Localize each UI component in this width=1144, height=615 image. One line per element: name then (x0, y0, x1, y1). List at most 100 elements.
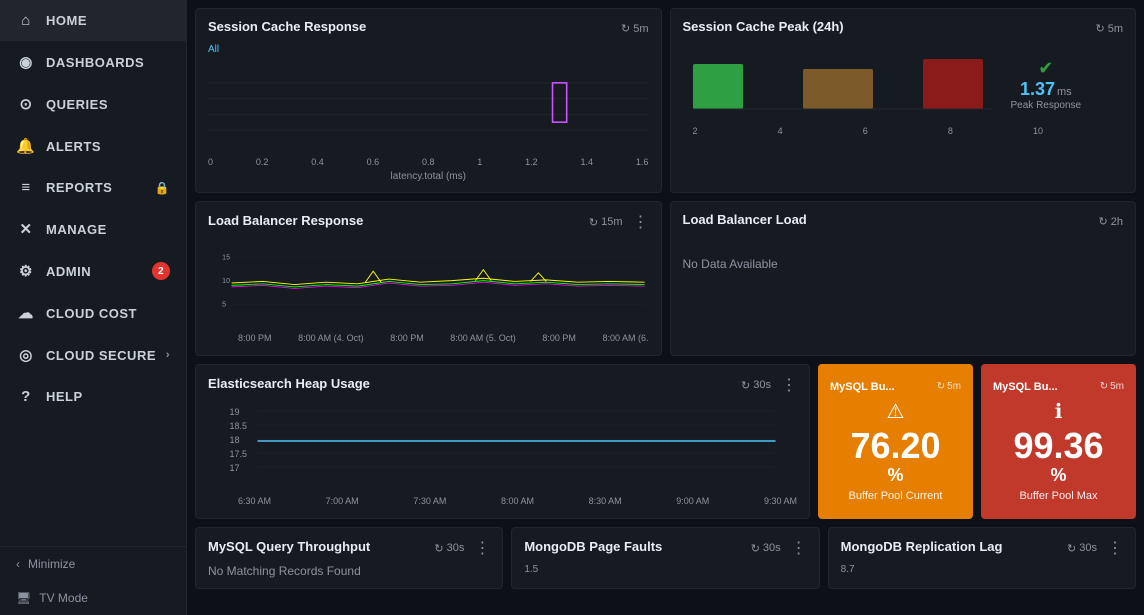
row4: MySQL Query Throughput ↻ 30s ⋮ No Matchi… (195, 527, 1136, 589)
mysql-red-header: MySQL Bu... ↻ 5m (993, 381, 1124, 393)
queries-icon: ⊙ (16, 95, 36, 113)
session-cache-x-axis: 0 0.2 0.4 0.6 0.8 1 1.2 1.4 1.6 (208, 155, 649, 169)
session-cache-title: Session Cache Response (208, 19, 366, 34)
mongodb-replication-y-start: 8.7 (841, 564, 1123, 575)
lb-svg: 15 10 5 (208, 238, 649, 328)
peak-x-axis: 2 4 6 8 10 (683, 124, 1124, 138)
sidebar-item-cloud-secure[interactable]: ◎ CLOUD SECURE › (0, 334, 186, 376)
sidebar-label-dashboards: DASHBOARDS (46, 55, 144, 70)
lb-refresh: ↻ 15m (589, 216, 623, 229)
sidebar-label-cloud-secure: CLOUD SECURE (46, 348, 156, 363)
sidebar-label-manage: MANAGE (46, 222, 107, 237)
sidebar-item-dashboards[interactable]: ◉ DASHBOARDS (0, 41, 186, 83)
svg-text:10: 10 (222, 278, 230, 285)
es-chart: 19 18.5 18 17.5 17 6:30 AM 7:00 AM (208, 401, 797, 508)
mongodb-replication-panel: MongoDB Replication Lag ↻ 30s ⋮ 8.7 (828, 527, 1136, 589)
session-cache-refresh: ↻ 5m (621, 22, 649, 35)
peak-unit: ms (1057, 86, 1072, 98)
lb-load-refresh: ↻ 2h (1099, 215, 1123, 228)
tvmode-button[interactable]: 🖥 TV Mode (0, 581, 186, 615)
mysql-orange-unit: % (887, 465, 903, 486)
sidebar-label-admin: ADMIN (46, 264, 91, 279)
mysql-query-refresh: ↻ 30s (434, 542, 464, 555)
session-cache-response-panel: Session Cache Response ↻ 5m All 0 0.2 0.… (195, 8, 662, 193)
tv-icon: 🖥 (16, 591, 31, 605)
session-cache-chart: All 0 0.2 0.4 0.6 0.8 1 1.2 1.4 1.6 (208, 44, 649, 182)
load-balancer-response-panel: Load Balancer Response ↻ 15m ⋮ 15 10 5 (195, 201, 662, 356)
reports-icon: ≡ (16, 179, 36, 196)
dashboards-icon: ◉ (16, 53, 36, 71)
mysql-orange-value: 76.20 (850, 426, 940, 466)
chevron-left-icon: ‹ (16, 557, 20, 571)
sidebar-label-home: HOME (46, 13, 87, 28)
svg-text:18: 18 (230, 435, 240, 445)
mongodb-faults-menu-icon[interactable]: ⋮ (791, 538, 807, 558)
mysql-query-no-data: No Matching Records Found (208, 564, 490, 578)
sidebar-label-alerts: ALERTS (46, 139, 101, 154)
es-svg: 19 18.5 18 17.5 17 (208, 401, 797, 491)
session-cache-peak-refresh: ↻ 5m (1096, 22, 1124, 35)
lb-chart: 15 10 5 8:00 PM 8:00 AM (4. Oct) 8:00 (208, 238, 649, 345)
es-refresh-icon: ↻ (741, 379, 750, 392)
mysql-orange-title: MySQL Bu... (830, 381, 895, 393)
peak-svg (683, 44, 1003, 124)
mysql-orange-value-row: 76.20 (850, 426, 940, 466)
minimize-label: Minimize (28, 557, 75, 571)
sidebar-item-cloud-cost[interactable]: ☁ CLOUD COST (0, 292, 186, 334)
es-refresh: ↻ 30s (741, 379, 771, 392)
sidebar: ⌂ HOME ◉ DASHBOARDS ⊙ QUERIES 🔔 ALERTS ≡… (0, 0, 187, 615)
sidebar-item-alerts[interactable]: 🔔 ALERTS (0, 125, 186, 167)
lb-response-controls: ↻ 15m ⋮ (589, 212, 649, 232)
cloud-cost-icon: ☁ (16, 304, 36, 322)
lb-response-title: Load Balancer Response (208, 213, 363, 228)
admin-badge: 2 (152, 262, 170, 280)
main-content: Session Cache Response ↻ 5m All 0 0.2 0.… (187, 0, 1144, 615)
svg-text:5: 5 (222, 302, 226, 309)
es-x-axis: 6:30 AM 7:00 AM 7:30 AM 8:00 AM 8:30 AM … (208, 494, 797, 508)
peak-label: Peak Response (1011, 100, 1082, 111)
sidebar-item-admin[interactable]: ⚙ ADMIN 2 (0, 250, 186, 292)
lb-x-axis: 8:00 PM 8:00 AM (4. Oct) 8:00 PM 8:00 AM… (208, 331, 649, 345)
mysql-query-controls: ↻ 30s ⋮ (434, 538, 490, 558)
load-balancer-load-panel: Load Balancer Load ↻ 2h No Data Availabl… (670, 201, 1137, 356)
es-menu-icon[interactable]: ⋮ (781, 375, 797, 395)
mysql-orange-card: MySQL Bu... ↻ 5m ⚠ 76.20 % Buffer Pool C… (818, 364, 973, 519)
mysql-red-value: 99.36 (1013, 426, 1103, 466)
row3: Elasticsearch Heap Usage ↻ 30s ⋮ 19 18.5… (195, 364, 1136, 519)
mysql-query-panel: MySQL Query Throughput ↻ 30s ⋮ No Matchi… (195, 527, 503, 589)
svg-text:19: 19 (230, 407, 240, 417)
mysql-query-menu-icon[interactable]: ⋮ (474, 538, 490, 558)
svg-text:15: 15 (222, 254, 230, 261)
es-title: Elasticsearch Heap Usage (208, 376, 370, 391)
session-cache-peak-panel: Session Cache Peak (24h) ↻ 5m ✔ 1.37 (670, 8, 1137, 193)
mysql-red-error-icon: ℹ (1055, 399, 1063, 424)
sidebar-item-queries[interactable]: ⊙ QUERIES (0, 83, 186, 125)
svg-text:17.5: 17.5 (230, 449, 248, 459)
svg-text:18.5: 18.5 (230, 421, 248, 431)
minimize-button[interactable]: ‹ Minimize (0, 547, 186, 581)
sidebar-label-queries: QUERIES (46, 97, 108, 112)
sidebar-item-help[interactable]: ? HELP (0, 376, 186, 417)
mongodb-replication-controls: ↻ 30s ⋮ (1067, 538, 1123, 558)
sidebar-item-manage[interactable]: ✕ MANAGE (0, 208, 186, 250)
mysql-orange-desc: Buffer Pool Current (849, 490, 943, 502)
peak-chart-area: ✔ 1.37 ms Peak Response (683, 44, 1124, 124)
peak-value-area: ✔ 1.37 ms Peak Response (1011, 58, 1082, 111)
mongodb-faults-y-start: 1.5 (524, 564, 806, 575)
admin-icon: ⚙ (16, 262, 36, 280)
lb-menu-icon[interactable]: ⋮ (633, 212, 649, 232)
mysql-red-refresh: ↻ 5m (1100, 381, 1124, 392)
mongodb-replication-refresh-icon: ↻ (1067, 542, 1076, 555)
sidebar-item-home[interactable]: ⌂ HOME (0, 0, 186, 41)
lb-refresh-icon: ↻ (589, 216, 598, 229)
mysql-red-title: MySQL Bu... (993, 381, 1058, 393)
mysql-red-unit: % (1050, 465, 1066, 486)
es-controls: ↻ 30s ⋮ (741, 375, 797, 395)
sidebar-item-reports[interactable]: ≡ REPORTS 🔒 (0, 167, 186, 208)
session-cache-svg (208, 57, 649, 152)
mysql-query-refresh-icon: ↻ (434, 542, 443, 555)
mysql-orange-header: MySQL Bu... ↻ 5m (830, 381, 961, 393)
x-axis-label: latency.total (ms) (208, 171, 649, 182)
lb-load-refresh-icon: ↻ (1099, 215, 1108, 228)
mongodb-replication-menu-icon[interactable]: ⋮ (1107, 538, 1123, 558)
